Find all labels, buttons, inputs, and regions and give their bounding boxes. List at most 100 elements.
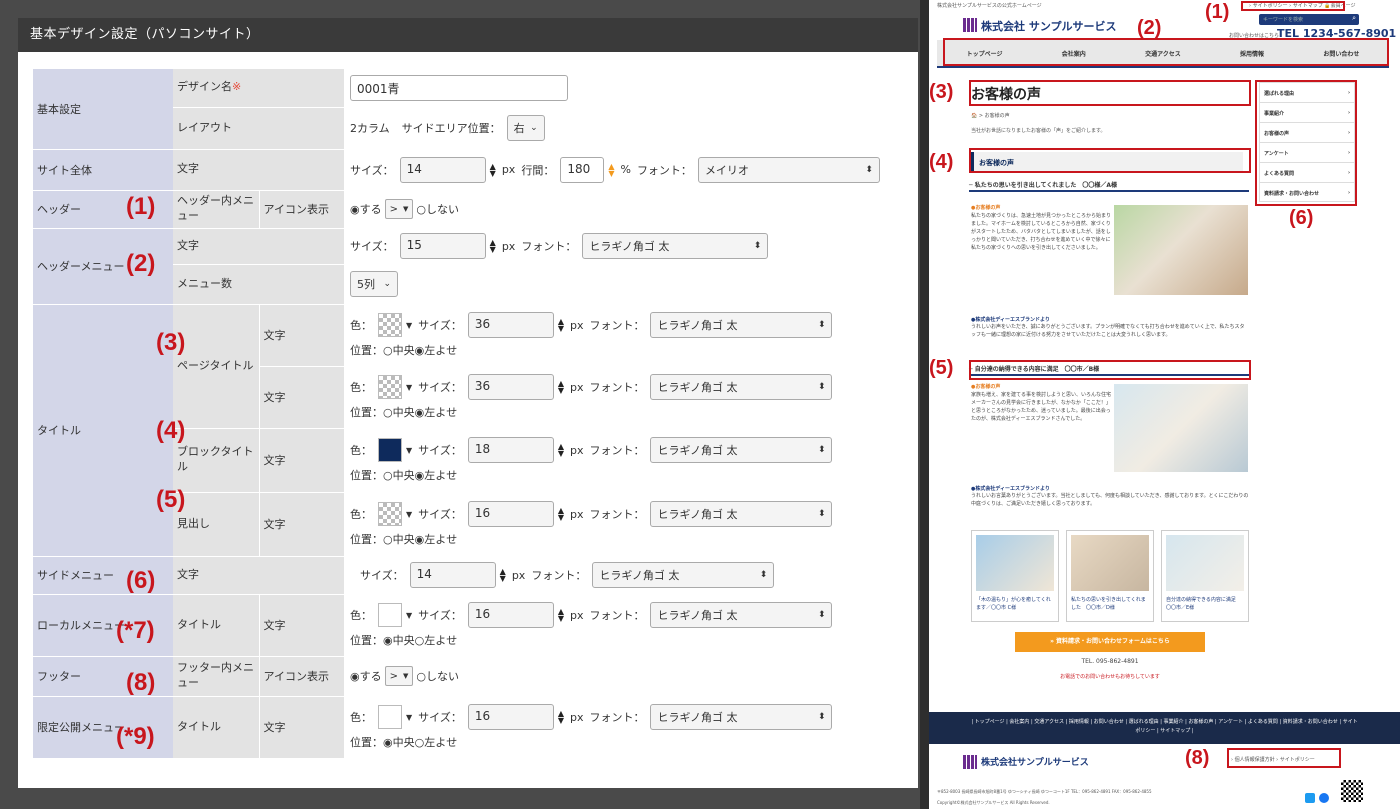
- annotation-2: (2): [126, 250, 156, 277]
- header-menu-label: ヘッダー内メニュー: [173, 190, 259, 229]
- color-picker[interactable]: ▼: [378, 705, 412, 729]
- line-height-input[interactable]: 180: [560, 156, 605, 183]
- preview-annotation-6: (6): [1289, 207, 1314, 229]
- text-label: 文字: [258, 366, 344, 429]
- voice-card[interactable]: 自分達の納得できる内容に満足 〇〇市／E様: [1161, 530, 1249, 622]
- limited-menu-font-select[interactable]: ヒラギノ角ゴ 太 ⬍: [650, 704, 833, 730]
- facebook-icon[interactable]: [1319, 793, 1329, 803]
- position-radio[interactable]: 位置：◉中央○左よせ: [350, 632, 909, 648]
- text-label: 文字: [258, 594, 344, 657]
- header-icon-yes-radio[interactable]: ◉する: [350, 201, 382, 217]
- site-size-input[interactable]: 14: [399, 156, 486, 183]
- footer-icon-select[interactable]: > ▼: [384, 666, 414, 686]
- annotation-3: (3): [156, 329, 186, 356]
- footer-icon-no-radio[interactable]: ○しない: [416, 668, 459, 684]
- layout-label: レイアウト: [173, 107, 344, 150]
- card-title: 「木の温もり」が心を癒してくれます／〇〇市 C様: [976, 597, 1051, 611]
- size-label: サイズ：: [350, 163, 394, 177]
- footer-menu-label: フッター内メニュー: [173, 656, 259, 697]
- annotation-4: (4): [156, 417, 186, 444]
- color-picker[interactable]: ▼: [378, 502, 412, 526]
- position-radio[interactable]: 位置：◉中央○左よせ: [350, 734, 909, 750]
- preview-breadcrumb[interactable]: 🏠 > お客様の声: [971, 112, 1010, 119]
- page-title-label: ページタイトル: [173, 304, 259, 429]
- side-area-label: サイドエリア位置：: [401, 122, 501, 135]
- modal-title: 基本デザイン設定（パソコンサイト）: [18, 18, 918, 52]
- spinner-icon[interactable]: ▲ ▼: [558, 507, 564, 522]
- header-icon-select[interactable]: > ▼: [384, 199, 414, 219]
- text-label: 文字: [258, 304, 344, 367]
- company-name[interactable]: 株式会社 サンプルサービス: [981, 18, 1117, 34]
- voice-card[interactable]: 「木の温もり」が心を癒してくれます／〇〇市 C様: [971, 530, 1059, 622]
- settings-table: 基本設定 デザイン名※ 0001青 レイアウト 2カラム サイドエリア位置：右 ⌄ …: [33, 69, 909, 759]
- design-settings-modal: 基本デザイン設定（パソコンサイト） 基本設定 デザイン名※ 0001青 レイアウ…: [18, 18, 918, 788]
- color-picker[interactable]: ▼: [378, 438, 412, 462]
- card-photo: [1071, 535, 1149, 591]
- menu-count-select[interactable]: 5列 ⌄: [350, 271, 398, 297]
- preview-annotation-2: (2): [1137, 17, 1162, 39]
- header-menu-size-input[interactable]: 15: [399, 233, 486, 259]
- footer-company: 株式会社サンプルサービス: [981, 758, 1089, 768]
- header-icon-no-radio[interactable]: ○しない: [416, 201, 459, 217]
- side-menu-size-input[interactable]: 14: [409, 562, 496, 588]
- color-picker[interactable]: ▼: [378, 313, 412, 337]
- icon-display-label: アイコン表示: [258, 190, 344, 229]
- search-input[interactable]: キーワードを検索 ⌕: [1259, 14, 1359, 25]
- heading-size-input[interactable]: 16: [467, 501, 554, 527]
- color-picker[interactable]: ▼: [378, 375, 412, 399]
- heading-label: 見出し: [173, 492, 259, 557]
- page-title-size-input[interactable]: 36: [467, 312, 554, 338]
- layout-value: 2カラム: [350, 122, 390, 135]
- spinner-icon[interactable]: ▲ ▼: [558, 380, 564, 395]
- section-basic: 基本設定: [33, 69, 173, 150]
- cta-button[interactable]: » 資料請求・お問い合わせフォームはこちら: [1015, 632, 1205, 652]
- annotation-box-8: [1227, 748, 1341, 768]
- side-area-select[interactable]: 右 ⌄: [506, 115, 545, 141]
- card-title: 自分達の納得できる内容に満足 〇〇市／E様: [1166, 597, 1241, 611]
- design-name-input[interactable]: 0001青: [350, 74, 568, 101]
- voice-text-2: 家族も増え、家を建てる事を検討しようと思い、いろんな住宅メーカーさんの見学会に行…: [971, 392, 1111, 422]
- side-menu-font-select[interactable]: ヒラギノ角ゴ 太 ⬍: [592, 562, 775, 588]
- limited-menu-title-label: タイトル: [173, 696, 259, 759]
- voice-card[interactable]: 私たちの思いを引き出してくれました 〇〇市／D様: [1066, 530, 1154, 622]
- page-title-font-select-2[interactable]: ヒラギノ角ゴ 太 ⬍: [650, 374, 833, 400]
- page-title-font-select[interactable]: ヒラギノ角ゴ 太 ⬍: [650, 312, 833, 338]
- spinner-icon[interactable]: ▲ ▼: [558, 608, 564, 623]
- annotation-9: (*9): [116, 723, 155, 750]
- preview-annotation-5: (5): [929, 357, 954, 379]
- local-menu-title-label: タイトル: [173, 594, 259, 657]
- line-spinner-icon[interactable]: ▲ ▼: [608, 162, 614, 177]
- page-title-size-input-2[interactable]: 36: [467, 374, 554, 400]
- local-menu-font-select[interactable]: ヒラギノ角ゴ 太 ⬍: [650, 602, 833, 628]
- block-title-font-select[interactable]: ヒラギノ角ゴ 太 ⬍: [650, 437, 833, 463]
- qr-code-icon: [1341, 780, 1363, 802]
- twitter-icon[interactable]: [1305, 793, 1315, 803]
- header-menu-font-select[interactable]: ヒラギノ角ゴ 太 ⬍: [582, 233, 769, 259]
- annotation-8: (8): [126, 669, 156, 696]
- site-font-select[interactable]: メイリオ ⬍: [697, 156, 880, 183]
- heading-font-select[interactable]: ヒラギノ角ゴ 太 ⬍: [650, 501, 833, 527]
- annotation-box-6: [1255, 80, 1357, 206]
- preview-annotation-1: (1): [1205, 1, 1230, 23]
- spinner-icon[interactable]: ▲ ▼: [490, 239, 496, 254]
- icon-display-label: アイコン表示: [258, 656, 344, 697]
- spinner-icon[interactable]: ▲ ▼: [490, 162, 496, 177]
- voice-label: ●お客様の声: [971, 205, 1001, 211]
- card-photo: [1166, 535, 1244, 591]
- position-radio[interactable]: 位置：○中央◉左よせ: [350, 531, 909, 547]
- required-mark: ※: [232, 80, 242, 94]
- position-radio[interactable]: 位置：○中央◉左よせ: [350, 342, 909, 358]
- spinner-icon[interactable]: ▲ ▼: [558, 318, 564, 333]
- color-picker[interactable]: ▼: [378, 603, 412, 627]
- footer-nav[interactable]: | トップページ | 会社案内 | 交通アクセス | 採用情報 | お問い合わせ…: [929, 712, 1400, 744]
- annotation-box-4: [969, 148, 1251, 173]
- spinner-icon[interactable]: ▲ ▼: [500, 568, 506, 583]
- block-title-size-input[interactable]: 18: [467, 437, 554, 463]
- position-radio[interactable]: 位置：○中央◉左よせ: [350, 467, 909, 483]
- limited-menu-size-input[interactable]: 16: [467, 704, 554, 730]
- spinner-icon[interactable]: ▲ ▼: [558, 710, 564, 725]
- position-radio[interactable]: 位置：○中央◉左よせ: [350, 404, 909, 420]
- local-menu-size-input[interactable]: 16: [467, 602, 554, 628]
- spinner-icon[interactable]: ▲ ▼: [558, 443, 564, 458]
- footer-icon-yes-radio[interactable]: ◉する: [350, 668, 382, 684]
